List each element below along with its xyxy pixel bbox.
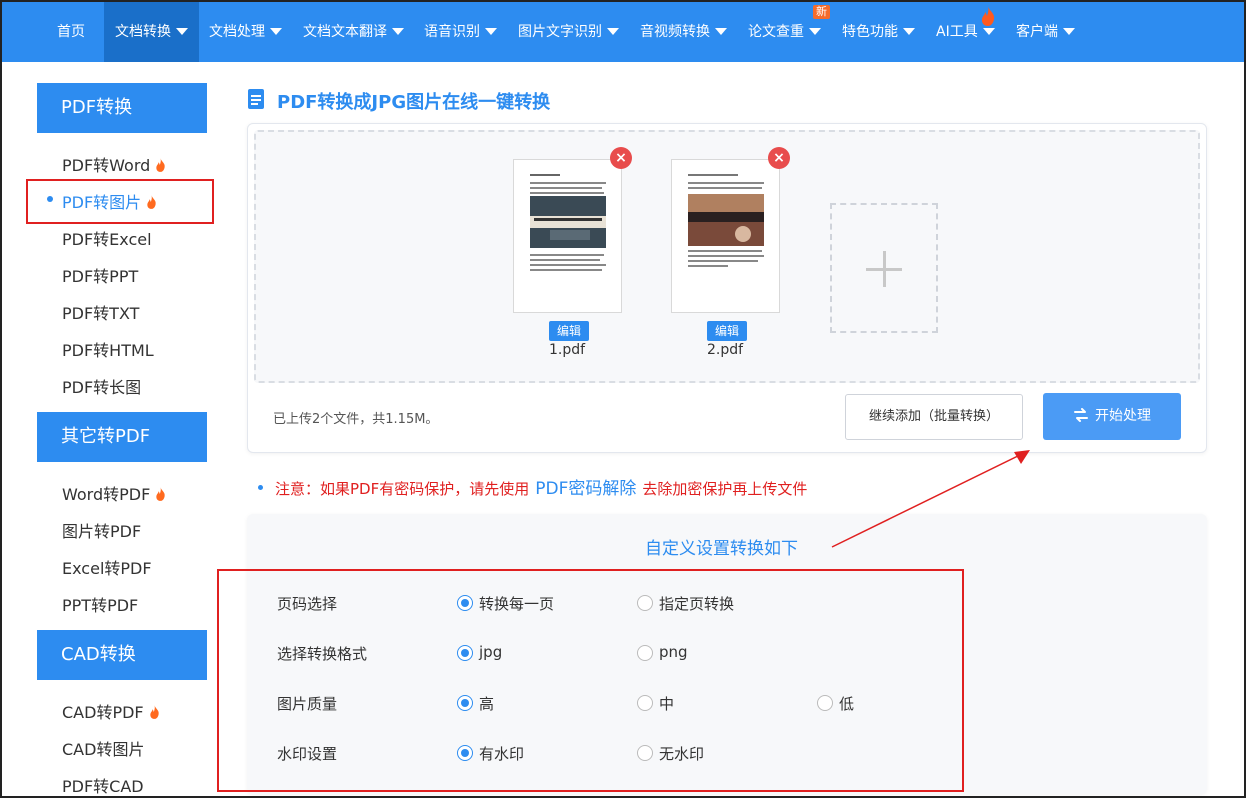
file-name: 1.pdf — [548, 342, 586, 358]
fire-icon — [156, 486, 166, 501]
sidebar-item-pdf-to-cad[interactable]: PDF转CAD — [62, 773, 144, 796]
sidebar-item-cad-to-pdf[interactable]: CAD转PDF — [62, 699, 160, 723]
sidebar-item-pdf-to-long-image[interactable]: PDF转长图 — [62, 374, 141, 398]
start-processing-label: 开始处理 — [1095, 408, 1151, 424]
remove-file-button[interactable]: × — [768, 147, 790, 169]
sidebar-item-cad-to-image[interactable]: CAD转图片 — [62, 736, 144, 760]
nav-image-ocr[interactable]: 图片文字识别 — [518, 2, 619, 62]
nav-paper-check[interactable]: 论文查重 — [748, 2, 821, 62]
sidebar-item-label: Word转PDF — [62, 485, 151, 504]
nav-doc-convert[interactable]: 文档转换 — [104, 2, 199, 62]
chevron-down-icon — [270, 27, 282, 35]
page-frame: 首页 文档转换 文档处理 文档文本翻译 语音识别 图片文字识别 音视频转换 论文… — [0, 0, 1246, 798]
nav-client-label: 客户端 — [1016, 24, 1058, 40]
password-note: 注意：如果PDF有密码保护，请先使用 PDF密码解除 去除加密保护再上传文件 — [258, 474, 807, 499]
start-processing-button[interactable]: 开始处理 — [1043, 393, 1181, 440]
sidebar-section-pdf-convert: PDF转换 — [37, 83, 207, 133]
note-suffix: 去除加密保护再上传文件 — [642, 480, 808, 498]
chevron-down-icon — [1063, 27, 1075, 35]
sidebar-item-label: PDF转Word — [62, 156, 151, 175]
nav-av-convert[interactable]: 音视频转换 — [640, 2, 727, 62]
new-badge: 新 — [813, 5, 830, 19]
remove-file-button[interactable]: × — [610, 147, 632, 169]
continue-add-button[interactable]: 继续添加（批量转换） — [845, 394, 1023, 440]
nav-special-features[interactable]: 特色功能 — [842, 2, 915, 62]
add-file-tile[interactable] — [830, 203, 938, 333]
nav-client[interactable]: 客户端 — [1016, 2, 1075, 62]
note-bullet — [258, 485, 263, 490]
nav-doc-process[interactable]: 文档处理 — [209, 2, 282, 62]
pdf-unlock-link[interactable]: PDF密码解除 — [535, 479, 636, 499]
close-icon: × — [773, 150, 785, 166]
page-image — [688, 194, 764, 246]
highlight-box-sidebar — [26, 179, 214, 224]
top-nav: 首页 文档转换 文档处理 文档文本翻译 语音识别 图片文字识别 音视频转换 论文… — [2, 2, 1244, 62]
nav-paper-check-label: 论文查重 — [748, 24, 804, 40]
nav-doc-convert-label: 文档转换 — [115, 24, 171, 40]
sidebar-item-pdf-to-excel[interactable]: PDF转Excel — [62, 226, 152, 250]
sidebar-item-word-to-pdf[interactable]: Word转PDF — [62, 481, 166, 505]
page-image — [530, 196, 606, 248]
edit-file-button[interactable]: 编辑 — [707, 321, 747, 341]
note-prefix: 注意：如果PDF有密码保护，请先使用 — [275, 480, 530, 498]
sidebar-item-image-to-pdf[interactable]: 图片转PDF — [62, 518, 141, 542]
fire-icon — [149, 704, 159, 719]
document-icon — [248, 89, 264, 109]
nav-special-label: 特色功能 — [842, 24, 898, 40]
upload-status: 已上传2个文件，共1.15M。 — [273, 412, 439, 427]
nav-home-label: 首页 — [57, 24, 85, 40]
nav-av-convert-label: 音视频转换 — [640, 24, 710, 40]
edit-file-button[interactable]: 编辑 — [549, 321, 589, 341]
chevron-down-icon — [607, 27, 619, 35]
sidebar-item-excel-to-pdf[interactable]: Excel转PDF — [62, 555, 152, 579]
sidebar-item-pdf-to-ppt[interactable]: PDF转PPT — [62, 263, 138, 287]
nav-doc-process-label: 文档处理 — [209, 24, 265, 40]
highlight-box-settings — [217, 569, 964, 792]
close-icon: × — [615, 150, 627, 166]
file-name: 2.pdf — [706, 342, 744, 358]
sidebar-section-other-to-pdf: 其它转PDF — [37, 412, 207, 462]
chevron-down-icon — [809, 27, 821, 35]
annotation-arrow — [831, 450, 1030, 548]
fire-icon — [981, 6, 995, 26]
sidebar-item-pdf-to-html[interactable]: PDF转HTML — [62, 337, 154, 361]
nav-image-ocr-label: 图片文字识别 — [518, 24, 602, 40]
file-thumbnail[interactable] — [513, 159, 622, 313]
sidebar-item-pdf-to-word[interactable]: PDF转Word — [62, 152, 166, 176]
chevron-down-icon — [715, 27, 727, 35]
sidebar-item-ppt-to-pdf[interactable]: PPT转PDF — [62, 592, 138, 616]
chevron-down-icon — [485, 27, 497, 35]
settings-title: 自定义设置转换如下 — [645, 539, 798, 559]
page-title: PDF转换成JPG图片在线一键转换 — [277, 92, 551, 113]
file-thumbnail[interactable] — [671, 159, 780, 313]
nav-home[interactable]: 首页 — [57, 2, 85, 62]
chevron-down-icon — [982, 27, 995, 35]
fire-icon — [156, 157, 166, 172]
nav-ai-tools-label: AI工具 — [936, 24, 978, 40]
chevron-down-icon — [903, 27, 915, 35]
sidebar-item-label: CAD转PDF — [62, 703, 144, 722]
nav-doc-translate-label: 文档文本翻译 — [303, 24, 387, 40]
sidebar-item-pdf-to-txt[interactable]: PDF转TXT — [62, 300, 139, 324]
sidebar-section-cad-convert: CAD转换 — [37, 630, 207, 680]
nav-speech-label: 语音识别 — [424, 24, 480, 40]
nav-speech-recognition[interactable]: 语音识别 — [424, 2, 497, 62]
convert-icon — [1074, 408, 1088, 422]
nav-doc-translate[interactable]: 文档文本翻译 — [303, 2, 404, 62]
plus-icon-vertical — [883, 251, 886, 287]
chevron-down-icon — [392, 27, 404, 35]
chevron-down-icon — [176, 27, 188, 35]
